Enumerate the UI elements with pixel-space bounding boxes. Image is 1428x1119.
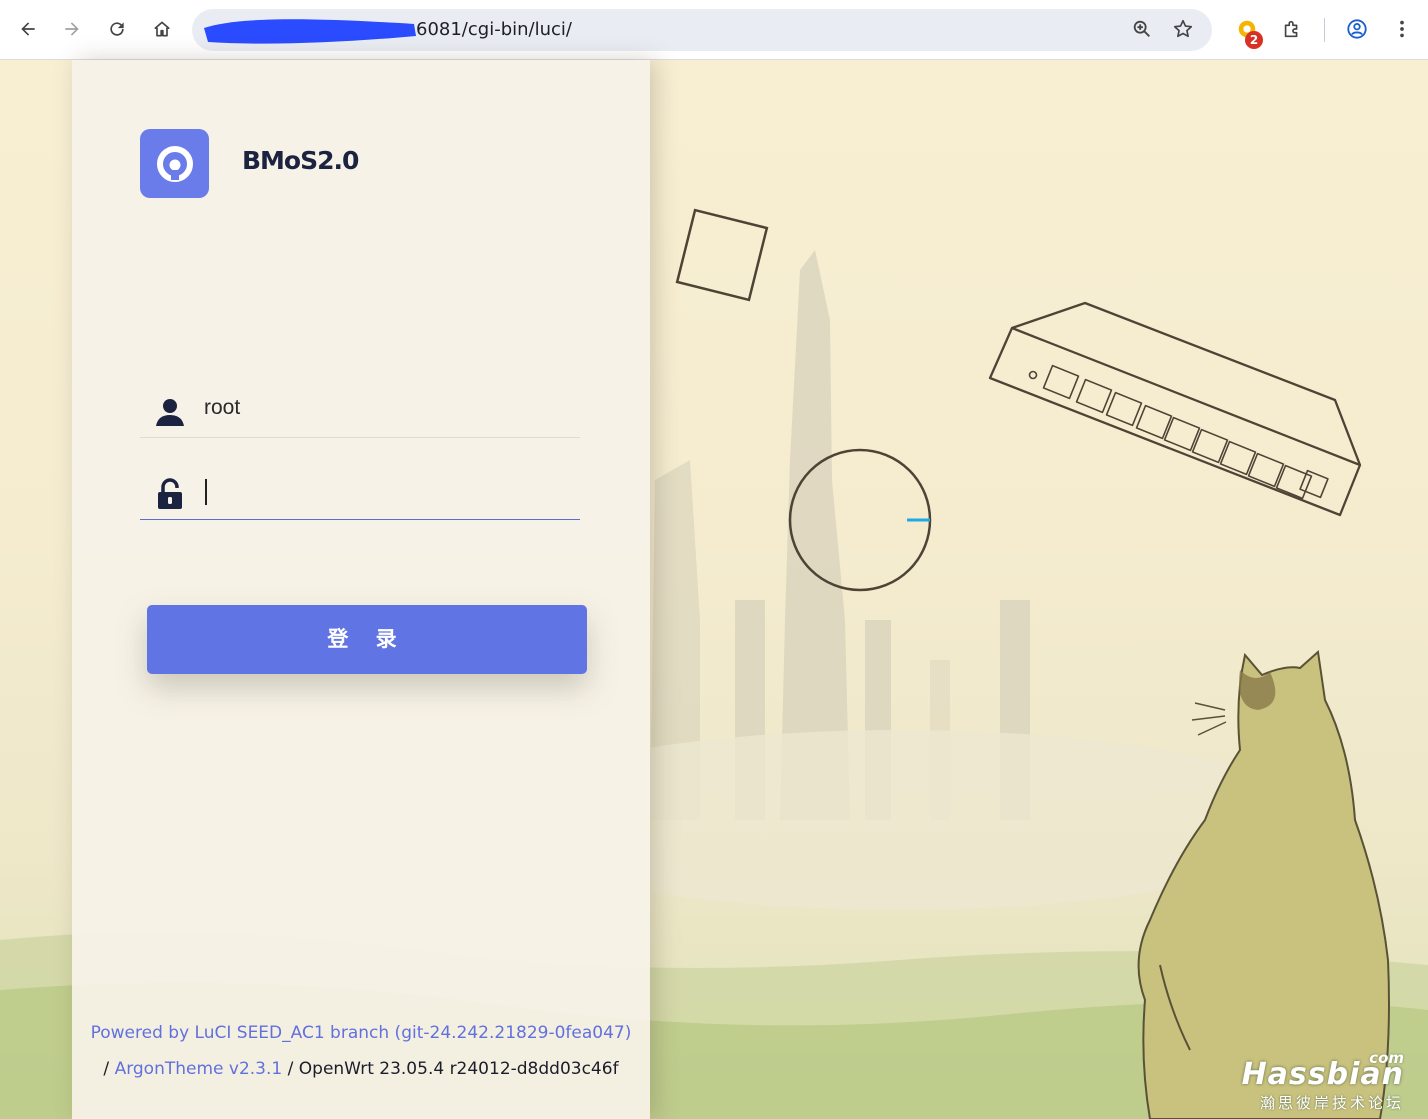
star-icon[interactable] xyxy=(1171,17,1195,41)
login-panel: BMoS2.0 登 录 Powered by LuCI SEED_AC1 bra… xyxy=(72,60,650,1119)
username-field[interactable] xyxy=(140,378,580,438)
footer: Powered by LuCI SEED_AC1 branch (git-24.… xyxy=(72,1015,650,1087)
zoom-icon[interactable] xyxy=(1130,17,1154,41)
footer-separator: / xyxy=(287,1059,294,1079)
reload-icon[interactable] xyxy=(100,12,134,46)
forward-arrow-icon[interactable] xyxy=(55,12,89,46)
toolbar-divider xyxy=(1324,18,1325,42)
theme-link[interactable]: ArgonTheme v2.3.1 xyxy=(115,1059,283,1079)
powered-by-link[interactable]: Powered by LuCI SEED_AC1 branch (git-24.… xyxy=(72,1015,650,1051)
brand-name: BMoS2.0 xyxy=(242,146,359,175)
footer-separator: / xyxy=(103,1059,110,1079)
redacted-url-scribble xyxy=(204,19,416,44)
watermark-sub: 瀚思彼岸技术论坛 xyxy=(1259,1094,1404,1112)
username-input[interactable] xyxy=(204,388,574,428)
browser-toolbar: 6081/cgi-bin/luci/ 2 xyxy=(0,0,1428,60)
unlock-icon xyxy=(158,478,182,509)
kebab-menu-icon[interactable] xyxy=(1390,17,1414,41)
login-button[interactable]: 登 录 xyxy=(147,605,587,674)
user-icon xyxy=(156,399,184,426)
password-input[interactable] xyxy=(204,470,574,510)
home-icon[interactable] xyxy=(145,12,179,46)
puzzle-icon[interactable] xyxy=(1280,17,1304,41)
version-line: / ArgonTheme v2.3.1 / OpenWrt 23.05.4 r2… xyxy=(72,1051,650,1087)
profile-icon[interactable] xyxy=(1345,17,1369,41)
url-text[interactable]: 6081/cgi-bin/luci/ xyxy=(416,19,572,40)
text-cursor xyxy=(205,479,207,505)
watermark: com Hassbian 瀚思彼岸技术论坛 xyxy=(1242,1049,1404,1113)
back-arrow-icon[interactable] xyxy=(11,12,45,46)
extension-badge: 2 xyxy=(1245,31,1263,49)
brand-logo-icon xyxy=(140,129,209,198)
openwrt-version: OpenWrt 23.05.4 r24012-d8dd03c46f xyxy=(298,1059,619,1079)
watermark-com: com xyxy=(1369,1049,1404,1067)
